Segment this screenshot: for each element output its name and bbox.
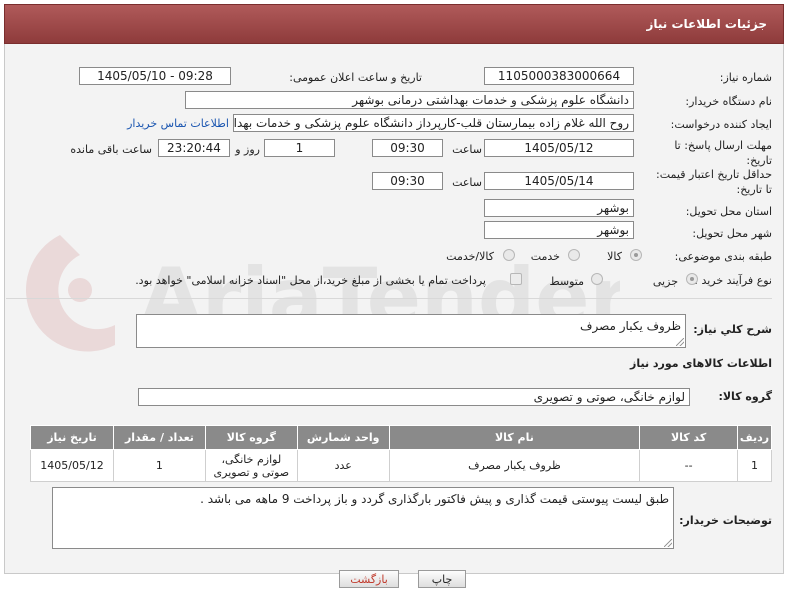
buyer-org-field: دانشگاه علوم پزشکی و خدمات بهداشتی درمان… — [185, 91, 634, 109]
category-radio-goods-service[interactable] — [503, 249, 515, 261]
remaining-time-field: 23:20:44 — [158, 139, 230, 157]
goods-group-label: گروه کالا: — [718, 390, 772, 403]
col-header-need-date: تاریخ نیاز — [30, 425, 114, 450]
validity-date-field: 1405/05/14 — [484, 172, 634, 190]
city-field: بوشهر — [484, 221, 634, 239]
table-row: 1 -- ظروف یکبار مصرف عدد لوازم خانگی، صو… — [30, 449, 772, 482]
cell-row-number: 1 — [737, 449, 772, 482]
buyer-notes-textarea[interactable]: طبق لیست پیوستی قیمت گذاری و پیش فاکتور … — [52, 487, 674, 549]
col-header-goods-name: نام کالا — [388, 425, 641, 450]
summary-text: ظروف یکبار مصرف — [580, 319, 681, 333]
cell-goods-group: لوازم خانگی، صوتی و تصویری — [204, 449, 298, 482]
category-option-goods-service: کالا/خدمت — [446, 250, 494, 263]
treasury-payment-checkbox[interactable] — [510, 273, 522, 285]
page-header: جزئیات اطلاعات نیاز — [4, 4, 784, 44]
cell-goods-name: ظروف یکبار مصرف — [388, 449, 641, 482]
summary-label: شرح کلي نياز: — [693, 323, 772, 336]
goods-table-header-row: ردیف کد کالا نام کالا واحد شمارش گروه کا… — [30, 425, 772, 450]
process-option-minor: جزیی — [652, 275, 678, 288]
announce-datetime-field: 1405/05/10 - 09:28 — [79, 67, 231, 85]
cell-goods-code: -- — [639, 449, 739, 482]
cell-quantity: 1 — [113, 449, 206, 482]
col-header-unit: واحد شمارش — [296, 425, 390, 450]
validity-label: حداقل تاریخ اعتبار قیمت: تا تاریخ: — [656, 168, 772, 196]
process-radio-minor[interactable] — [686, 273, 698, 285]
remaining-label: ساعت باقی مانده — [70, 143, 152, 156]
category-option-service: خدمت — [530, 250, 560, 263]
province-field: بوشهر — [484, 199, 634, 217]
summary-textarea[interactable]: ظروف یکبار مصرف — [136, 314, 686, 348]
province-label: استان محل تحویل: — [685, 205, 772, 218]
validity-time-label: ساعت — [452, 176, 482, 189]
goods-group-field: لوازم خانگی، صوتی و تصویری — [138, 388, 690, 406]
category-label: طبقه بندی موضوعی: — [674, 250, 772, 263]
goods-table: ردیف کد کالا نام کالا واحد شمارش گروه کا… — [30, 425, 772, 482]
requester-label: ایجاد کننده درخواست: — [670, 118, 772, 131]
announce-label: تاریخ و ساعت اعلان عمومی: — [289, 71, 422, 84]
deadline-time-label: ساعت — [452, 143, 482, 156]
deadline-time-field: 09:30 — [372, 139, 443, 157]
page-title: جزئیات اطلاعات نیاز — [646, 17, 767, 31]
resize-grip-icon[interactable] — [676, 338, 684, 346]
process-option-medium: متوسط — [549, 275, 584, 288]
treasury-payment-note: پرداخت تمام یا بخشی از مبلغ خرید،از محل … — [135, 274, 486, 287]
deadline-date-field: 1405/05/12 — [484, 139, 634, 157]
cell-need-date: 1405/05/12 — [30, 449, 114, 482]
col-header-goods-code: کد کالا — [639, 425, 739, 450]
back-button[interactable]: بازگشت — [339, 570, 399, 588]
section-divider — [6, 298, 772, 299]
city-label: شهر محل تحویل: — [692, 227, 772, 240]
process-radio-medium[interactable] — [591, 273, 603, 285]
need-number-label: شماره نیاز: — [719, 71, 772, 84]
buyer-notes-label: توضیحات خریدار: — [679, 514, 772, 527]
print-button[interactable]: چاپ — [418, 570, 466, 588]
category-option-goods: کالا — [607, 250, 622, 263]
col-header-goods-group: گروه کالا — [204, 425, 298, 450]
cell-unit: عدد — [296, 449, 390, 482]
need-number-field: 1105000383000664 — [484, 67, 634, 85]
buyer-contact-link[interactable]: اطلاعات تماس خریدار — [127, 117, 229, 130]
buyer-notes-text: طبق لیست پیوستی قیمت گذاری و پیش فاکتور … — [200, 492, 669, 506]
col-header-row-number: ردیف — [737, 425, 772, 450]
resize-grip-icon[interactable] — [664, 539, 672, 547]
goods-section-title: اطلاعات کالاهای مورد نیاز — [630, 357, 772, 370]
col-header-quantity: تعداد / مقدار — [113, 425, 206, 450]
deadline-label: مهلت ارسال پاسخ: تا تاریخ: — [674, 139, 772, 167]
buyer-org-label: نام دستگاه خریدار: — [685, 95, 772, 108]
validity-time-field: 09:30 — [372, 172, 443, 190]
process-label: نوع فرآیند خرید : — [694, 274, 772, 287]
category-radio-service[interactable] — [568, 249, 580, 261]
category-radio-goods[interactable] — [630, 249, 642, 261]
days-label: روز و — [235, 143, 260, 156]
requester-field: روح الله غلام زاده بیمارستان قلب-کارپردا… — [233, 114, 634, 132]
days-field: 1 — [264, 139, 335, 157]
